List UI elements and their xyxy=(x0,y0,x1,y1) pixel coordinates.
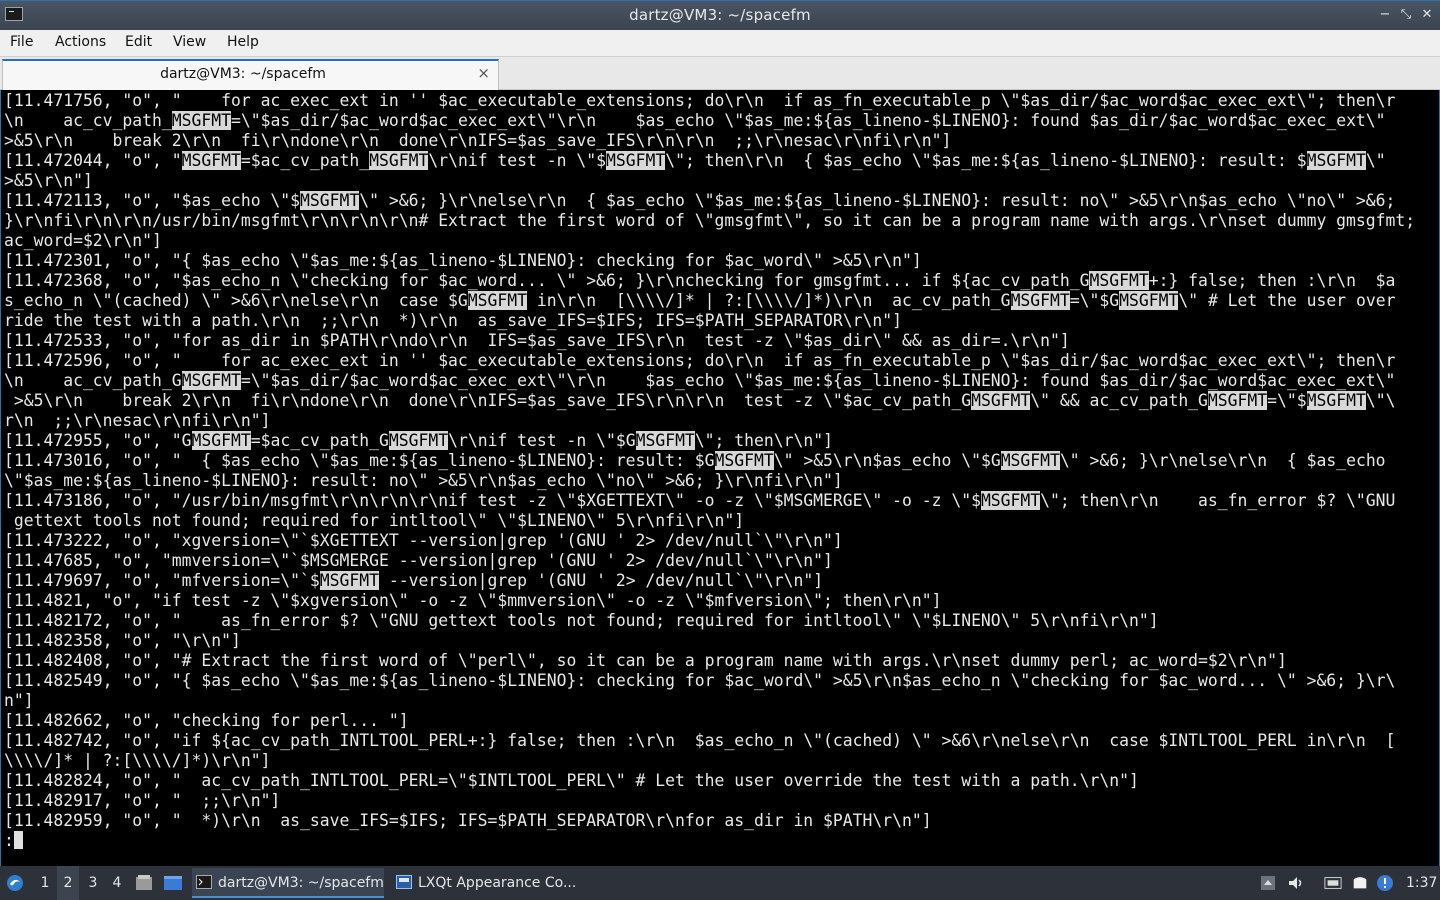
appearance-icon xyxy=(396,875,412,889)
maximize-button[interactable]: ⤡ xyxy=(1396,5,1416,25)
taskbar: 1 2 3 4 dartz@VM3: ~/spacefm LXQt Appear… xyxy=(0,866,1440,900)
menu-actions[interactable]: Actions xyxy=(55,34,106,50)
search-highlight: MSGFMT xyxy=(714,451,774,470)
tab-bar: dartz@VM3: ~/spacefm × xyxy=(0,57,1440,90)
desktop-1-button[interactable]: 1 xyxy=(34,866,56,900)
terminal-line: [11.471756, "o", " for ac_exec_ext in ''… xyxy=(4,91,1396,110)
terminal-line: r\n ;;\r\nesac\r\nfi\r\n"] xyxy=(4,411,271,430)
search-highlight: MSGFMT xyxy=(1306,151,1366,170)
terminal-line: [11.479697, "o", "mfversion=\"`$MSGFMT -… xyxy=(4,571,824,590)
minimize-button[interactable]: − xyxy=(1375,5,1395,25)
tray-eject-icon[interactable] xyxy=(1259,874,1277,892)
terminal-line: [11.472113, "o", "$as_echo \"$MSGFMT\" >… xyxy=(4,191,1396,210)
window-title: dartz@VM3: ~/spacefm xyxy=(629,6,811,24)
desktop-3-button[interactable]: 3 xyxy=(82,866,104,900)
search-highlight: MSGFMT xyxy=(300,191,360,210)
search-highlight: MSGFMT xyxy=(635,431,695,450)
menu-help[interactable]: Help xyxy=(227,34,259,50)
terminal-prompt: : xyxy=(4,831,14,850)
terminal-line: [11.472955, "o", "GMSGFMT=$ac_cv_path_GM… xyxy=(4,431,833,450)
terminal-icon xyxy=(196,875,212,889)
terminal-line: [11.482358, "o", "\r\n"] xyxy=(4,631,241,650)
terminal-line: ac_word=$2\r\n"] xyxy=(4,231,162,250)
window-titlebar[interactable]: dartz@VM3: ~/spacefm − ⤡ ✕ xyxy=(0,0,1440,30)
search-highlight: MSGFMT xyxy=(181,151,241,170)
terminal-output: [11.471756, "o", " for ac_exec_ext in ''… xyxy=(4,91,1415,851)
show-desktop-icon[interactable] xyxy=(163,875,183,891)
search-highlight: MSGFMT xyxy=(191,431,251,450)
terminal-line: s_echo_n \"(cached) \" >&6\r\nelse\r\n c… xyxy=(4,291,1396,310)
search-highlight: MSGFMT xyxy=(1089,271,1149,290)
terminal-line: [11.473016, "o", " { $as_echo \"$as_me:$… xyxy=(4,451,1386,470)
search-highlight: MSGFMT xyxy=(1010,291,1070,310)
tab-terminal[interactable]: dartz@VM3: ~/spacefm × xyxy=(2,59,499,90)
clock[interactable]: 1:37 xyxy=(1406,866,1437,900)
terminal-line: \\\\/]* | ?:[\\\\/]*)\r\n"] xyxy=(4,751,271,770)
terminal-line: [11.472301, "o", "{ $as_echo \"$as_me:${… xyxy=(4,251,922,270)
terminal-line: [11.482408, "o", "# Extract the first wo… xyxy=(4,651,1287,670)
terminal-line: >&5\r\n"] xyxy=(4,171,93,190)
terminal-line: n"] xyxy=(4,691,34,710)
terminal-line: ride the test with a path.\r\n ;;\r\n *)… xyxy=(4,311,902,330)
terminal-line: [11.47685, "o", "mmversion=\"`$MSGMERGE … xyxy=(4,551,833,570)
task-terminal[interactable]: dartz@VM3: ~/spacefm xyxy=(192,868,384,898)
terminal-line: [11.482549, "o", "{ $as_echo \"$as_me:${… xyxy=(4,671,1396,690)
search-highlight: MSGFMT xyxy=(319,571,379,590)
terminal-line: >&5\r\n break 2\r\n fi\r\ndone\r\n done\… xyxy=(4,391,1396,410)
terminal-line: [11.482742, "o", "if ${ac_cv_path_INTLTO… xyxy=(4,731,1396,750)
terminal-line: \"$as_me:${as_lineno-$LINENO}: result: n… xyxy=(4,471,843,490)
network-icon[interactable] xyxy=(1324,874,1342,892)
terminal-line: [11.472533, "o", "for as_dir in $PATH\r\… xyxy=(4,331,1070,350)
terminal-line: [11.472044, "o", "MSGFMT=$ac_cv_path_MSG… xyxy=(4,151,1386,170)
tab-close-icon[interactable]: × xyxy=(477,64,490,82)
menu-edit[interactable]: Edit xyxy=(125,34,152,50)
terminal-line: }\r\nfi\r\n\r\n/usr/bin/msgfmt\r\n\r\n\r… xyxy=(4,211,1416,230)
search-highlight: MSGFMT xyxy=(605,151,666,170)
terminal-line: [11.473186, "o", "/usr/bin/msgfmt\r\n\r\… xyxy=(4,491,1396,510)
terminal-line: [11.482662, "o", "checking for perl... "… xyxy=(4,711,409,730)
terminal-line: [11.482824, "o", " ac_cv_path_INTLTOOL_P… xyxy=(4,771,1139,790)
task-appearance-label: LXQt Appearance Co... xyxy=(418,875,577,891)
terminal-line: [11.482172, "o", " as_fn_error $? \"GNU … xyxy=(4,611,1159,630)
task-appearance[interactable]: LXQt Appearance Co... xyxy=(392,868,592,898)
clipboard-icon[interactable] xyxy=(1351,874,1369,892)
tab-label: dartz@VM3: ~/spacefm xyxy=(160,66,326,82)
terminal-view[interactable]: [11.471756, "o", " for ac_exec_ext in ''… xyxy=(0,90,1440,866)
search-highlight: MSGFMT xyxy=(388,431,449,450)
search-highlight: MSGFMT xyxy=(1000,451,1060,470)
volume-icon[interactable] xyxy=(1287,874,1305,892)
terminal-line: [11.472596, "o", " for ac_exec_ext in ''… xyxy=(4,351,1396,370)
file-manager-icon[interactable] xyxy=(135,875,153,891)
terminal-line: gettext tools not found; required for in… xyxy=(4,511,745,530)
notification-icon[interactable] xyxy=(1376,874,1394,892)
terminal-line: >&5\r\n break 2\r\n fi\r\ndone\r\n done\… xyxy=(4,131,952,150)
start-menu-icon[interactable] xyxy=(6,874,24,892)
search-highlight: MSGFMT xyxy=(467,291,528,310)
desktop-2-button[interactable]: 2 xyxy=(57,866,79,900)
menu-file[interactable]: File xyxy=(10,34,33,50)
search-highlight: MSGFMT xyxy=(171,111,231,130)
terminal-line: \n ac_cv_path_GMSGFMT=\"$as_dir/$ac_word… xyxy=(4,371,1396,390)
search-highlight: MSGFMT xyxy=(369,151,429,170)
search-highlight: MSGFMT xyxy=(1207,391,1268,410)
terminal-line: [11.482917, "o", " ;;\r\n"] xyxy=(4,791,281,810)
task-terminal-label: dartz@VM3: ~/spacefm xyxy=(218,875,384,891)
menu-bar: File Actions Edit View Help xyxy=(0,30,1440,57)
search-highlight: MSGFMT xyxy=(1306,391,1366,410)
search-highlight: MSGFMT xyxy=(980,491,1041,510)
search-highlight: MSGFMT xyxy=(971,391,1031,410)
terminal-line: [11.473222, "o", "xgversion=\"`$XGETTEXT… xyxy=(4,531,843,550)
terminal-line: [11.472368, "o", "$as_echo_n \"checking … xyxy=(4,271,1396,290)
menu-view[interactable]: View xyxy=(173,34,206,50)
search-highlight: MSGFMT xyxy=(181,371,241,390)
close-button[interactable]: ✕ xyxy=(1417,5,1437,25)
desktop-4-button[interactable]: 4 xyxy=(106,866,128,900)
terminal-line: [11.482959, "o", " *)\r\n as_save_IFS=$I… xyxy=(4,811,932,830)
terminal-prompt-line[interactable]: : xyxy=(4,831,1415,851)
terminal-cursor xyxy=(13,831,23,849)
terminal-line: [11.4821, "o", "if test -z \"$xgversion\… xyxy=(4,591,942,610)
terminal-line: \n ac_cv_path_MSGFMT=\"$as_dir/$ac_word$… xyxy=(4,111,1386,130)
search-highlight: MSGFMT xyxy=(1119,291,1179,310)
